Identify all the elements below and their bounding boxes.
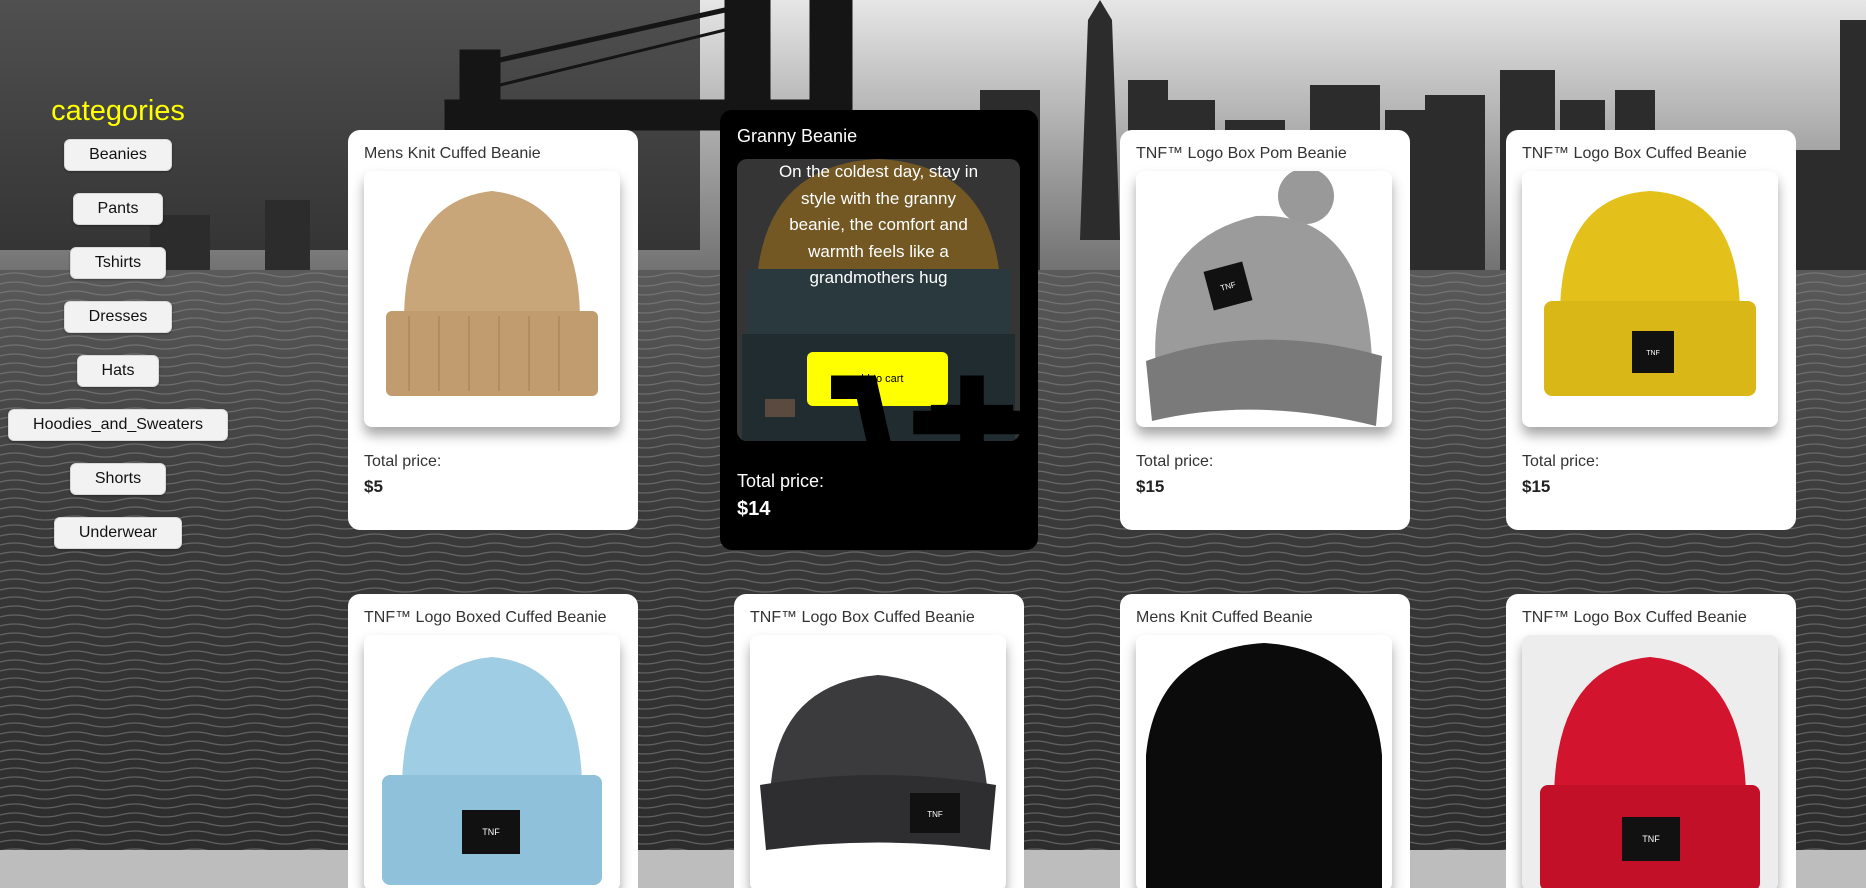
product-card[interactable]: TNF™ Logo Box Cuffed Beanie TNF Total pr… [1506, 130, 1796, 530]
product-card[interactable]: Mens Knit Cuffed Beanie Total price: $5 [348, 130, 638, 530]
yellow-beanie-image: TNF [1544, 191, 1756, 396]
svg-text:TNF: TNF [1642, 834, 1660, 844]
category-hats-button[interactable]: Hats [76, 355, 160, 387]
product-title: TNF™ Logo Box Pom Beanie [1136, 145, 1347, 162]
price-label: Total price: [1136, 453, 1214, 470]
price-label: Total price: [737, 471, 825, 491]
category-shorts-button[interactable]: Shorts [69, 463, 167, 495]
black-beanie-image [1146, 643, 1382, 888]
product-image: TNF [364, 635, 620, 888]
product-card[interactable]: TNF™ Logo Box Cuffed Beanie TNF [1506, 594, 1796, 888]
product-image: TNF [1522, 171, 1778, 427]
product-description: On the coldest day, stay in style with t… [778, 162, 979, 287]
light-blue-beanie-image: TNF [382, 657, 602, 885]
category-hoodies-sweaters-button[interactable]: Hoodies_and_Sweaters [8, 409, 228, 441]
product-image [364, 171, 620, 427]
product-image: TNF [1522, 635, 1778, 888]
product-image [1136, 635, 1392, 888]
charcoal-beanie-image: TNF [760, 675, 996, 850]
category-underwear-button[interactable]: Underwear [53, 517, 183, 549]
cart-plus-icon [831, 375, 1020, 441]
red-beanie-image: TNF [1540, 657, 1760, 888]
price-value: $15 [1522, 477, 1551, 496]
category-dresses-button[interactable]: Dresses [63, 301, 173, 333]
product-card[interactable]: Mens Knit Cuffed Beanie [1120, 594, 1410, 888]
pom-beanie-image: TNF [1146, 171, 1382, 426]
price-label: Total price: [364, 453, 442, 470]
product-card[interactable]: TNF™ Logo Boxed Cuffed Beanie TNF [348, 594, 638, 888]
price-value: $15 [1136, 477, 1165, 496]
product-image: TNF [750, 635, 1006, 888]
product-title: Mens Knit Cuffed Beanie [364, 145, 541, 162]
svg-text:TNF: TNF [927, 810, 943, 819]
page: categories Beanies Pants Tshirts Dresses… [0, 0, 1866, 888]
beanie-image [386, 191, 598, 396]
product-title: TNF™ Logo Box Cuffed Beanie [750, 609, 975, 626]
product-title: Granny Beanie [737, 126, 858, 146]
category-pants-button[interactable]: Pants [72, 193, 164, 225]
product-card[interactable]: TNF™ Logo Box Cuffed Beanie TNF [734, 594, 1024, 888]
category-sidebar: categories Beanies Pants Tshirts Dresses… [0, 95, 236, 571]
category-tshirts-button[interactable]: Tshirts [69, 247, 167, 279]
svg-text:TNF: TNF [482, 827, 500, 837]
featured-product-card[interactable]: Granny Beanie On the coldest day, stay i… [720, 110, 1038, 550]
product-image: On the coldest day, stay in style with t… [737, 159, 1020, 441]
add-to-cart-button[interactable]: add to cart [807, 352, 1020, 441]
category-beanies-button[interactable]: Beanies [64, 139, 172, 171]
product-card[interactable]: TNF™ Logo Box Pom Beanie TNF Total price… [1120, 130, 1410, 530]
svg-text:TNF: TNF [1646, 350, 1660, 357]
sidebar-title: categories [51, 95, 185, 127]
product-title: Mens Knit Cuffed Beanie [1136, 609, 1313, 626]
price-value: $14 [737, 498, 771, 520]
product-title: TNF™ Logo Box Cuffed Beanie [1522, 609, 1747, 626]
product-title: TNF™ Logo Box Cuffed Beanie [1522, 145, 1747, 162]
product-image: TNF [1136, 171, 1392, 427]
product-title: TNF™ Logo Boxed Cuffed Beanie [364, 609, 607, 626]
price-label: Total price: [1522, 453, 1600, 470]
price-value: $5 [364, 477, 383, 496]
